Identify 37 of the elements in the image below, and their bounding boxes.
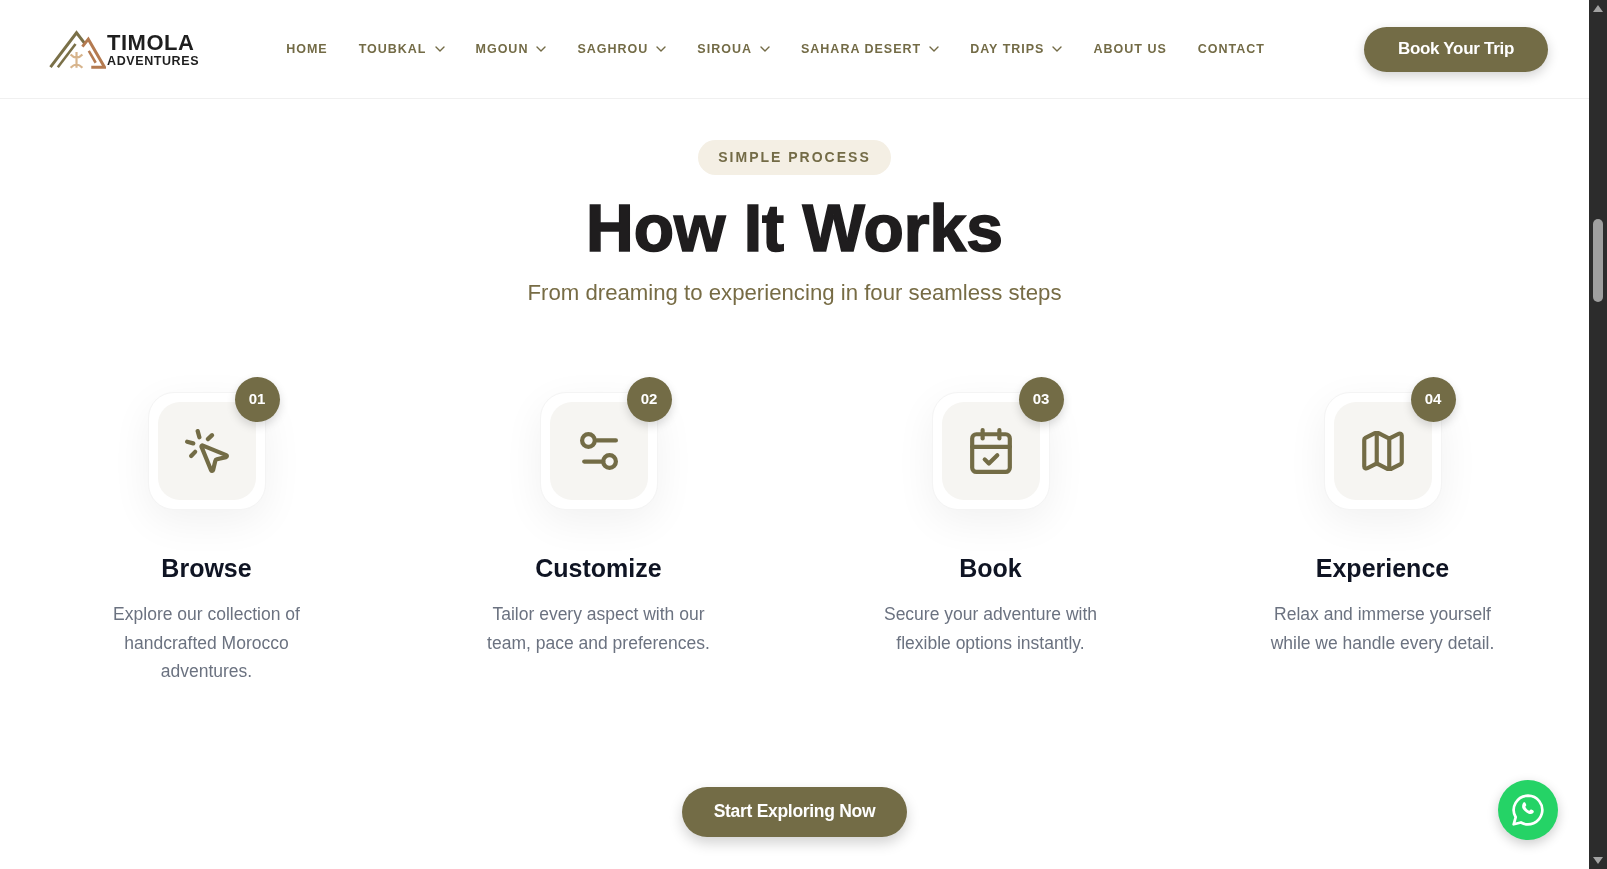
book-trip-button[interactable]: Book Your Trip <box>1363 26 1548 72</box>
step-title: Experience <box>1315 553 1450 584</box>
phone-speech-bubble-icon <box>1512 794 1544 826</box>
nav-link[interactable]: CONTACT <box>1197 39 1265 59</box>
nav-link[interactable]: SAGHROU <box>577 39 667 59</box>
nav-link[interactable]: SAHARA DESERT <box>800 39 940 59</box>
nav-link[interactable]: SIROUA <box>697 39 770 59</box>
nav-link[interactable]: MGOUN <box>475 39 547 59</box>
nav-link[interactable]: ABOUT US <box>1093 39 1167 59</box>
section-label: SIMPLE PROCESS <box>698 140 891 175</box>
scroll-down-arrow-icon[interactable] <box>1593 857 1603 864</box>
cursor-click-icon <box>157 402 256 500</box>
step-number: 04 <box>1410 377 1456 422</box>
logo-tagline: ADVENTURES <box>107 53 200 68</box>
section-subtitle: From dreaming to experiencing in four seamless steps <box>527 279 1062 307</box>
step-title: Book <box>959 553 1022 584</box>
step-description: Relax and immerse yourself while we handle every detail. <box>1269 603 1496 655</box>
folded-map-icon <box>1333 402 1432 500</box>
nav-link[interactable]: TOUBKAL <box>358 39 445 59</box>
scrollbar-thumb[interactable] <box>1593 219 1603 302</box>
sliders-icon <box>549 402 648 500</box>
step-number: 02 <box>626 377 672 422</box>
scroll-up-arrow-icon[interactable] <box>1593 5 1603 12</box>
nav-link[interactable]: DAY TRIPS <box>970 39 1063 59</box>
step-description: Tailor every aspect with our team, pace and preferences. <box>486 603 711 655</box>
mountain-logo-icon <box>49 29 106 69</box>
start-exploring-button[interactable]: Start Exploring Now <box>681 786 908 837</box>
step-number: 03 <box>1018 377 1064 422</box>
logo-name: TIMOLA <box>107 31 196 54</box>
step-number: 01 <box>234 377 280 422</box>
nav-link[interactable]: HOME <box>286 39 328 59</box>
calendar-check-icon <box>941 402 1040 500</box>
section-heading: How It Works <box>586 195 1003 261</box>
step-title: Customize <box>535 553 662 584</box>
step-title: Browse <box>161 553 252 584</box>
step-description: Explore our collection of handcrafted Morocco adventures. <box>112 603 301 683</box>
step-description: Secure your adventure with flexible options instantly. <box>882 603 1098 655</box>
